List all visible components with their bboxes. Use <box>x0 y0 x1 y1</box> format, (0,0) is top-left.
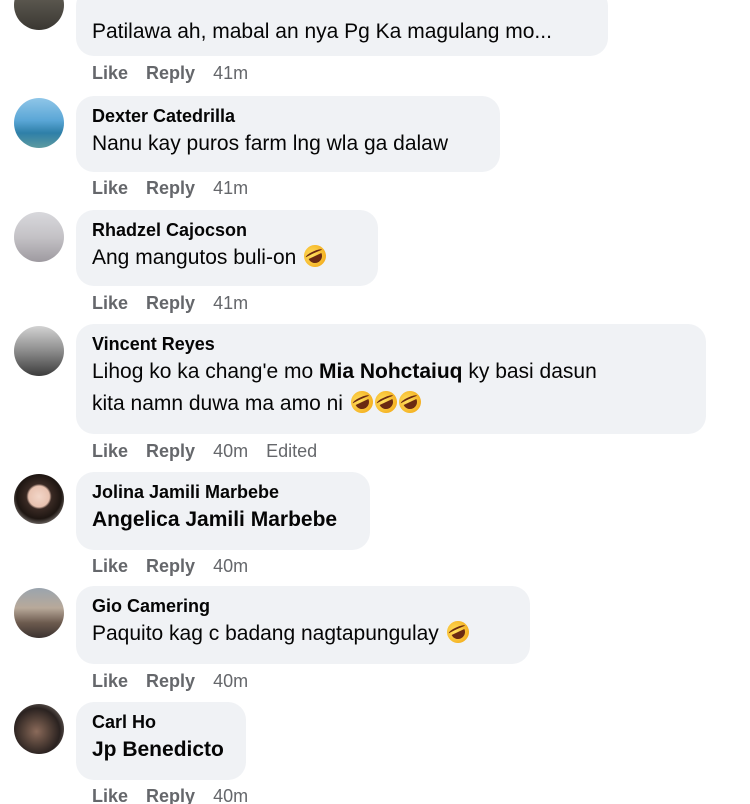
timestamp[interactable]: 40m <box>213 555 248 577</box>
comment-actions: Like Reply 40m Edited <box>92 440 335 462</box>
comment-bubble: Patilawa ah, mabal an nya Pg Ka magulang… <box>76 0 608 56</box>
comment-actions: Like Reply 40m <box>92 555 266 577</box>
comment-author[interactable]: Gio Camering <box>92 594 514 618</box>
comment-text-line: Lihog ko ka chang'e mo Mia Nohctaiuq ky … <box>92 356 690 388</box>
like-button[interactable]: Like <box>92 555 128 577</box>
timestamp[interactable]: 41m <box>213 62 248 84</box>
mention-link[interactable]: Jp Benedicto <box>92 734 230 766</box>
laughing-emoji-icon <box>443 617 473 647</box>
comment-actions: Like Reply 41m <box>92 62 266 84</box>
avatar[interactable] <box>14 588 64 638</box>
timestamp[interactable]: 40m <box>213 440 248 462</box>
reply-button[interactable]: Reply <box>146 555 195 577</box>
reply-button[interactable]: Reply <box>146 440 195 462</box>
avatar[interactable] <box>14 212 64 262</box>
avatar[interactable] <box>14 474 64 524</box>
avatar[interactable] <box>14 704 64 754</box>
comment-bubble: Dexter Catedrilla Nanu kay puros farm ln… <box>76 96 500 172</box>
comment-text: Lihog ko ka chang'e mo <box>92 360 314 383</box>
avatar[interactable] <box>14 0 64 30</box>
comment-text-line: Ang mangutos buli-on <box>92 241 362 274</box>
laughing-emoji-icon <box>300 241 330 271</box>
like-button[interactable]: Like <box>92 440 128 462</box>
comment-author[interactable]: Rhadzel Cajocson <box>92 218 362 242</box>
comment-actions: Like Reply 41m <box>92 292 266 314</box>
comment-actions: Like Reply 40m <box>92 785 266 804</box>
comment-text-line: kita namn duwa ma amo ni <box>92 387 690 420</box>
avatar[interactable] <box>14 326 64 376</box>
mention-link[interactable]: Angelica Jamili Marbebe <box>92 504 354 536</box>
comment-author[interactable]: Carl Ho <box>92 710 230 734</box>
laughing-emoji-icon <box>347 387 377 417</box>
comment-text: Nanu kay puros farm lng wla ga dalaw <box>92 132 449 155</box>
comment-bubble: Vincent Reyes Lihog ko ka chang'e mo Mia… <box>76 324 706 434</box>
mention-link[interactable]: Mia Nohctaiuq <box>319 360 463 383</box>
comment-actions: Like Reply 41m <box>92 177 266 199</box>
comment-author[interactable]: Jolina Jamili Marbebe <box>92 480 354 504</box>
comment-text: Paquito kag c badang nagtapungulay <box>92 622 439 645</box>
reply-button[interactable]: Reply <box>146 670 195 692</box>
comment-author[interactable]: Vincent Reyes <box>92 332 690 356</box>
reply-button[interactable]: Reply <box>146 177 195 199</box>
timestamp[interactable]: 40m <box>213 785 248 804</box>
comment-bubble: Rhadzel Cajocson Ang mangutos buli-on <box>76 210 378 286</box>
timestamp[interactable]: 41m <box>213 292 248 314</box>
like-button[interactable]: Like <box>92 670 128 692</box>
timestamp[interactable]: 40m <box>213 670 248 692</box>
comment-actions: Like Reply 40m <box>92 670 266 692</box>
like-button[interactable]: Like <box>92 177 128 199</box>
comment-bubble: Carl Ho Jp Benedicto <box>76 702 246 780</box>
comment-text: Ang mangutos buli-on <box>92 246 297 269</box>
comment-text: Patilawa ah, mabal an nya Pg Ka magulang… <box>92 20 552 43</box>
like-button[interactable]: Like <box>92 62 128 84</box>
comments-panel: Patilawa ah, mabal an nya Pg Ka magulang… <box>0 0 750 804</box>
comment-text: ky basi dasun <box>468 360 597 383</box>
comment-bubble: Jolina Jamili Marbebe Angelica Jamili Ma… <box>76 472 370 550</box>
laughing-emoji-icon <box>395 387 425 417</box>
comment-author[interactable]: Dexter Catedrilla <box>92 104 484 128</box>
comment-bubble: Gio Camering Paquito kag c badang nagtap… <box>76 586 530 664</box>
reply-button[interactable]: Reply <box>146 785 195 804</box>
like-button[interactable]: Like <box>92 292 128 314</box>
laughing-emoji-icon <box>371 387 401 417</box>
timestamp[interactable]: 41m <box>213 177 248 199</box>
reply-button[interactable]: Reply <box>146 292 195 314</box>
reply-button[interactable]: Reply <box>146 62 195 84</box>
avatar[interactable] <box>14 98 64 148</box>
like-button[interactable]: Like <box>92 785 128 804</box>
comment-text-line: Paquito kag c badang nagtapungulay <box>92 617 514 650</box>
edited-label[interactable]: Edited <box>266 440 317 462</box>
comment-text: kita namn duwa ma amo ni <box>92 392 343 415</box>
